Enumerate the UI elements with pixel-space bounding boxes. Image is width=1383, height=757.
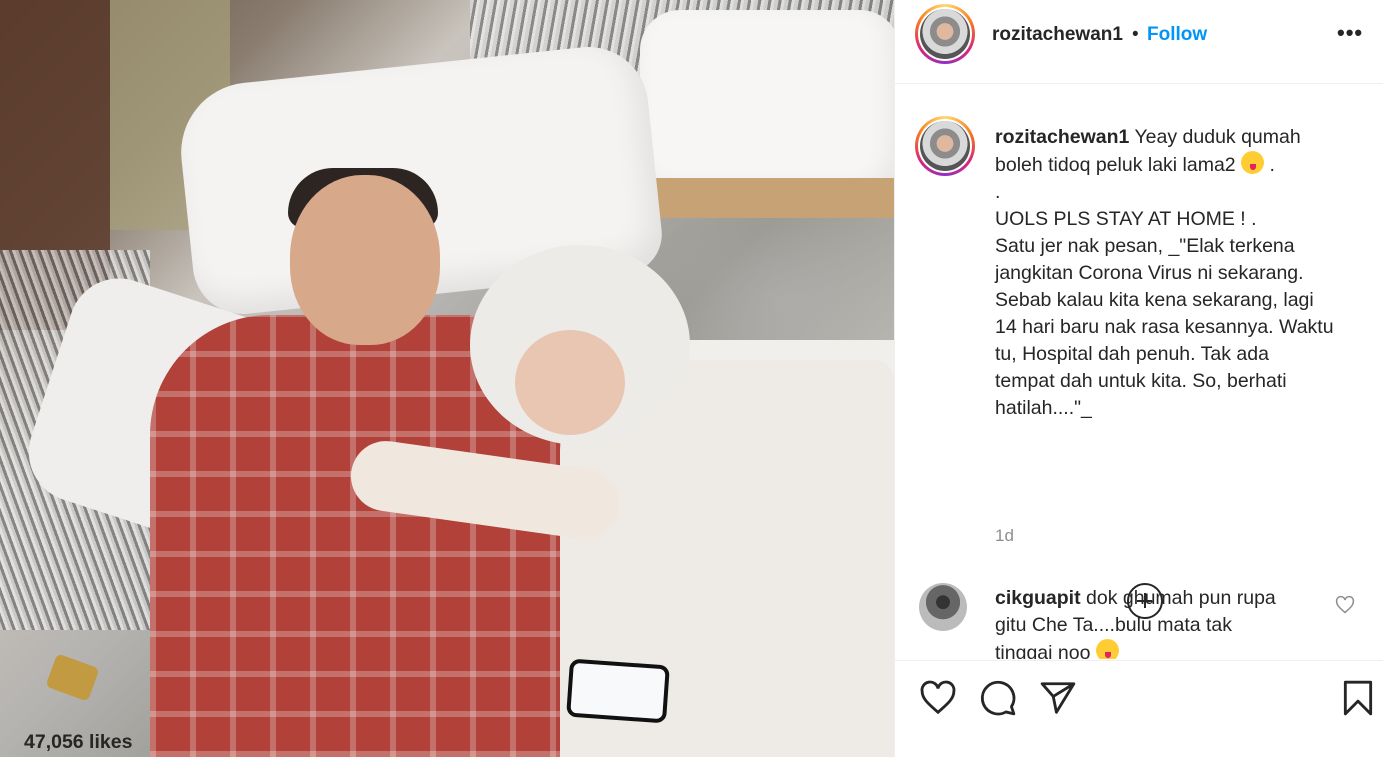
woman-face [515,330,625,435]
wooden-bench [640,178,894,218]
commenter-username[interactable]: cikguapit [995,587,1081,609]
caption-line: 14 hari baru nak rasa kesannya. Waktu [995,316,1334,338]
separator-dot: • [1132,24,1139,45]
caption-line: jangkitan Corona Virus ni sekarang. [995,262,1304,284]
avatar-image [920,121,970,171]
more-options-icon[interactable]: ••• [1337,20,1363,46]
caption-line: UOLS PLS STAY AT HOME ! . [995,208,1257,230]
caption-line: Sebab kalau kita kena sekarang, lagi [995,289,1314,311]
caption-line: boleh tidoq peluk laki lama2 . [995,151,1365,179]
post-header: rozitachewan1 • Follow ••• [895,0,1383,84]
comment-like-heart-icon[interactable] [1335,595,1355,615]
smartphone [566,658,670,724]
caption-text: rozitachewan1 Yeay duduk qumah boleh tid… [995,124,1365,422]
bookmark-icon[interactable] [1339,679,1377,717]
caption-line: tu, Hospital dah penuh. Tak ada [995,343,1269,365]
pillow [640,10,894,200]
caption-username[interactable]: rozitachewan1 [995,126,1129,148]
commenter-avatar[interactable] [919,583,967,631]
follow-button[interactable]: Follow [1147,24,1207,46]
username-link[interactable]: rozitachewan1 [992,24,1123,46]
post-timestamp[interactable]: 1d [995,526,1014,546]
avatar-image [920,9,970,59]
heart-icon[interactable] [919,679,957,717]
laugh-emoji-icon [1095,639,1119,659]
wristwatch [45,653,100,702]
likes-count[interactable]: 47,056 likes [24,731,132,754]
caption-line: tempat dah untuk kita. So, berhati [995,370,1287,392]
post-photo[interactable] [0,0,894,757]
man-face [290,175,440,345]
caption-line: . [995,181,1001,203]
caption-line: Satu jer nak pesan, _"Elak terkena [995,235,1295,257]
profile-avatar-icon[interactable] [915,4,975,64]
caption-avatar-icon[interactable] [915,116,975,176]
paper-plane-icon[interactable] [1039,679,1077,717]
comment-text: cikguapit dok ghumah pun rupa gitu Che T… [995,585,1320,659]
yum-emoji-icon [1241,151,1265,174]
post-side-panel: rozitachewan1 • Follow ••• rozitachewan1… [894,0,1383,757]
caption-line: hatilah...."_ [995,397,1092,419]
action-bar [895,660,1383,757]
comment-item: cikguapit dok ghumah pun rupa gitu Che T… [895,583,1383,659]
speech-bubble-icon[interactable] [979,679,1017,717]
caption-line: rozitachewan1 Yeay duduk qumah [995,126,1301,148]
